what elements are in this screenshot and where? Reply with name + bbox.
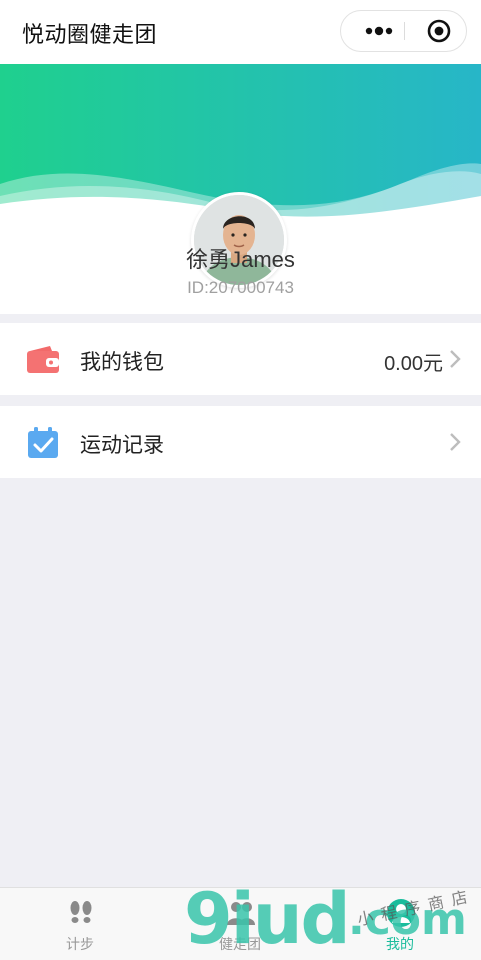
tab-walking-group-label: 健走团 xyxy=(219,936,261,952)
sport-records-label: 运动记录 xyxy=(80,434,164,457)
profile-header xyxy=(0,64,481,314)
tab-mine-label: 我的 xyxy=(386,936,414,952)
more-dots-icon[interactable] xyxy=(357,11,401,51)
capsule-divider xyxy=(404,22,405,40)
wallet-row[interactable]: 我的钱包 0.00元 xyxy=(0,323,481,395)
bottom-tab-bar: 计步 健走团 我的 xyxy=(0,887,481,960)
footprints-icon xyxy=(66,898,96,928)
chevron-right-icon xyxy=(449,432,461,452)
app-title: 悦动圈健走团 xyxy=(22,22,158,47)
tab-steps-label: 计步 xyxy=(66,936,94,952)
tab-mine[interactable]: 我的 xyxy=(320,888,480,960)
user-id: ID:207000743 xyxy=(187,278,294,297)
sport-records-row[interactable]: 运动记录 xyxy=(0,406,481,478)
calendar-check-icon xyxy=(26,426,60,460)
app-screen: 悦动圈健走团 徐勇James ID:207000743 我的钱包 0.00元 运… xyxy=(0,0,481,960)
wallet-balance: 0.00元 xyxy=(384,353,443,375)
tab-walking-group[interactable]: 健走团 xyxy=(160,888,320,960)
person-icon xyxy=(386,898,416,928)
chevron-right-icon xyxy=(449,349,461,369)
wallet-icon xyxy=(26,343,60,377)
user-name: 徐勇James xyxy=(186,247,295,272)
mini-program-capsule xyxy=(340,10,467,52)
navigation-bar: 悦动圈健走团 xyxy=(0,0,481,64)
wallet-label: 我的钱包 xyxy=(80,351,164,374)
tab-steps[interactable]: 计步 xyxy=(0,888,160,960)
group-icon xyxy=(226,898,256,928)
target-close-icon[interactable] xyxy=(421,11,461,51)
